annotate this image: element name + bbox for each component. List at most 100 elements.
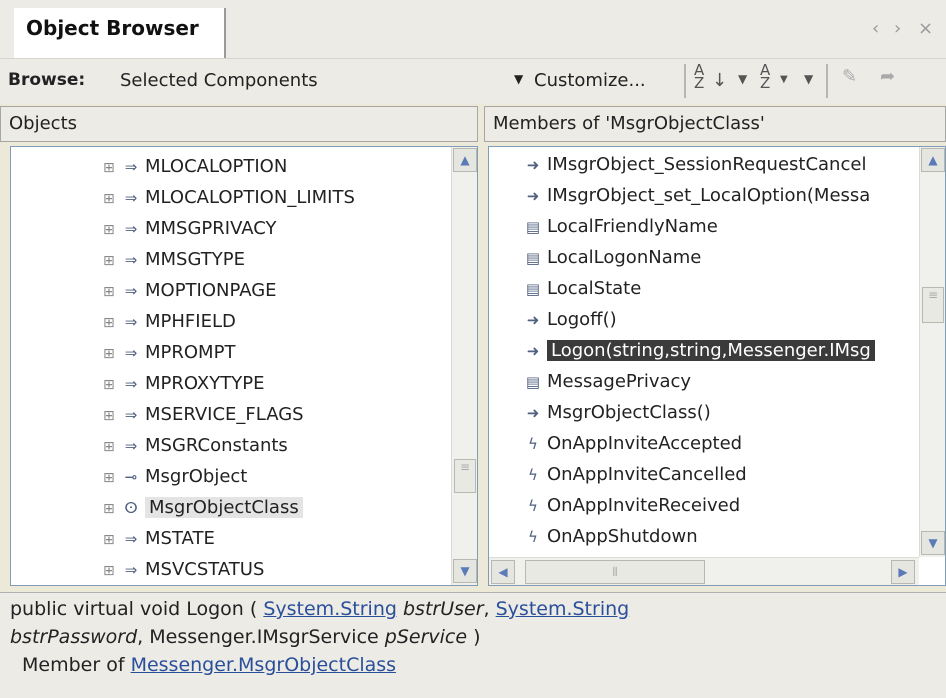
object-tree-item[interactable]: ⊞ ⇒ MMSGTYPE [103,244,245,275]
method-icon: ➜ [526,156,540,174]
close-icon[interactable]: × [918,18,933,39]
objects-vertical-scrollbar[interactable]: ▲ ≡ ▼ [451,147,477,585]
customize-button[interactable]: Customize... [534,70,646,91]
object-label: MMSGTYPE [145,249,246,270]
object-tree-item[interactable]: ⊞ ⇒ MSERVICE_FLAGS [103,399,304,430]
param-type-link[interactable]: System.String [263,598,397,620]
forward-navigate-icon[interactable]: ➦ [880,66,895,87]
objects-list[interactable]: ⊞ ⇒ MLOCALOPTION ⊞ ⇒ MLOCALOPTION_LIMITS ⊞ ⇒ MMS… [10,146,478,586]
object-label: MSERVICE_FLAGS [145,404,304,425]
member-list-item[interactable]: ϟ OnAppInviteCancelled [519,459,747,490]
expand-icon[interactable]: ⊞ [103,246,117,277]
expand-icon[interactable]: ⊞ [103,370,117,401]
member-list-item[interactable]: ▤ LocalState [519,273,641,304]
browse-scope-value: Selected Components [120,70,318,91]
object-tree-item[interactable]: ⊞ ⇒ MSVCSTATUS [103,554,264,585]
expand-icon[interactable]: ⊞ [103,339,117,370]
browse-label: Browse: [8,70,86,90]
expand-icon[interactable]: ⊞ [103,277,117,308]
object-tree-item[interactable]: ⊞ ⇒ MPHFIELD [103,306,236,337]
signature-close: ) [473,626,481,648]
members-scroll-thumb[interactable]: ≡ [922,287,944,323]
members-list[interactable]: ➜ IMsgrObject_SessionRequestCancel ➜ IMsgrO… [488,146,946,586]
method-icon: ➜ [526,404,540,422]
members-horizontal-scrollbar[interactable]: ◀ ⦀ ▶ [489,557,919,585]
toolbar-separator [826,64,828,98]
enum-icon: ⇒ [124,158,138,176]
object-tree-item[interactable]: ⊞ ⇒ MMSGPRIVACY [103,213,277,244]
method-icon: ➜ [526,342,540,360]
object-tree-item[interactable]: ⊞ ⇒ MSGRConstants [103,430,288,461]
member-list-item[interactable]: ➜ Logon(string,string,Messenger.IMsg [519,335,875,366]
scroll-tabs-left-icon[interactable]: ‹ [872,18,879,39]
members-vertical-scrollbar[interactable]: ▲ ≡ ▼ [919,147,945,557]
separator-text: , [483,598,490,620]
signature-prefix: public virtual void Logon ( [10,598,258,620]
expand-icon[interactable]: ⊞ [103,153,117,184]
scroll-down-icon[interactable]: ▼ [453,559,477,583]
class-icon: ⵙ [124,499,138,517]
object-tree-item[interactable]: ⊞ ⇒ MLOCALOPTION [103,151,287,182]
expand-icon[interactable]: ⊞ [103,556,117,585]
member-label: IMsgrObject_set_LocalOption(Messa [547,185,871,206]
sort-alphabetical-icon[interactable]: AZ [694,63,704,91]
param-type-link[interactable]: System.String [496,598,630,620]
group-by-type-icon[interactable]: AZ [760,63,770,91]
member-list-item[interactable]: ▤ LocalFriendlyName [519,211,718,242]
scroll-up-icon[interactable]: ▲ [453,148,477,172]
enum-icon: ⇒ [124,437,138,455]
member-of-label: Member of [22,654,125,676]
method-icon: ➜ [526,311,540,329]
interface-icon: ⊸ [124,468,138,486]
object-tree-item[interactable]: ⊞ ⇒ MLOCALOPTION_LIMITS [103,182,355,213]
member-list-item[interactable]: ϟ OnAppInviteAccepted [519,428,742,459]
expand-icon[interactable]: ⊞ [103,463,117,494]
expand-icon[interactable]: ⊞ [103,525,117,556]
member-list-item[interactable]: ➜ IMsgrObject_SessionRequestCancel [519,149,867,180]
object-label: MLOCALOPTION_LIMITS [145,187,355,208]
view-dropdown-icon[interactable]: ▼ [804,72,813,86]
member-label: OnAppInviteAccepted [547,433,743,454]
object-tree-item[interactable]: ⊞ ⇒ MPROXYTYPE [103,368,264,399]
member-list-item[interactable]: ▤ MessagePrivacy [519,366,691,397]
sort-arrow-icon[interactable]: ↓ [712,70,727,91]
expand-icon[interactable]: ⊞ [103,215,117,246]
property-icon: ▤ [525,280,541,298]
enum-icon: ⇒ [124,561,138,579]
tab-title: Object Browser [26,16,199,40]
member-list-item[interactable]: ϟ OnAppInviteReceived [519,490,740,521]
member-of-link[interactable]: Messenger.MsgrObjectClass [131,654,397,676]
object-tree-item[interactable]: ⊞ ⵙ MsgrObjectClass [103,492,303,523]
member-of-line: Member of Messenger.MsgrObjectClass [22,654,396,676]
signature-line-1: public virtual void Logon ( System.Strin… [10,598,629,620]
dropdown-arrow-icon[interactable]: ▼ [514,72,523,86]
expand-icon[interactable]: ⊞ [103,494,117,525]
object-tree-item[interactable]: ⊞ ⇒ MPROMPT [103,337,235,368]
member-list-item[interactable]: ➜ MsgrObjectClass() [519,397,711,428]
member-list-item[interactable]: ϟ OnAppShutdown [519,521,698,552]
objects-scroll-thumb[interactable]: ≡ [454,459,476,493]
member-list-item[interactable]: ➜ IMsgrObject_set_LocalOption(Messa [519,180,871,211]
object-tree-item[interactable]: ⊞ ⊸ MsgrObject [103,461,247,492]
expand-icon[interactable]: ⊞ [103,432,117,463]
scroll-down-icon[interactable]: ▼ [921,531,945,555]
member-list-item[interactable]: ▤ LocalLogonName [519,242,701,273]
member-list-item[interactable]: ➜ Logoff() [519,304,617,335]
sort-dropdown-icon[interactable]: ▼ [738,72,747,86]
group-dropdown-arrow-icon[interactable]: ▼ [780,74,788,85]
scroll-right-icon[interactable]: ▶ [891,560,915,584]
enum-icon: ⇒ [124,313,138,331]
object-tree-item[interactable]: ⊞ ⇒ MSTATE [103,523,215,554]
expand-icon[interactable]: ⊞ [103,308,117,339]
scroll-tabs-right-icon[interactable]: › [894,18,901,39]
object-label: MSTATE [145,528,215,549]
members-hscroll-thumb[interactable]: ⦀ [525,560,705,584]
property-icon: ▤ [525,218,541,236]
scroll-up-icon[interactable]: ▲ [921,148,945,172]
object-tree-item[interactable]: ⊞ ⇒ MOPTIONPAGE [103,275,277,306]
scroll-left-icon[interactable]: ◀ [491,560,515,584]
expand-icon[interactable]: ⊞ [103,401,117,432]
expand-icon[interactable]: ⊞ [103,184,117,215]
event-icon: ϟ [528,466,538,484]
add-to-references-icon[interactable]: ✎ [842,66,857,87]
